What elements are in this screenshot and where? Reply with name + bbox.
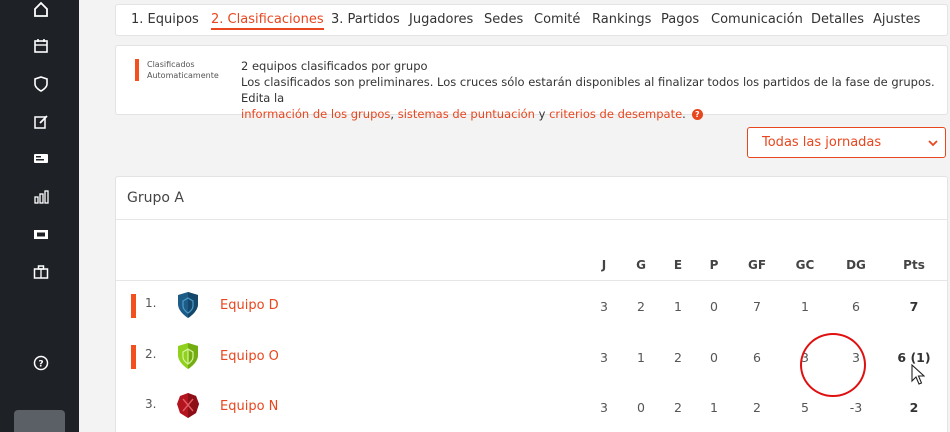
stat-j: 3	[600, 400, 608, 415]
info-line-2: Los clasificados son preliminares. Los c…	[241, 75, 935, 105]
tournament-tabs: 1. Equipos 2. Clasificaciones 3. Partido…	[115, 4, 948, 36]
stat-j: 3	[600, 350, 608, 365]
header-e: E	[673, 258, 683, 272]
team-shield-icon	[177, 393, 199, 418]
stat-pts: 6 (1)	[897, 350, 931, 365]
tab-pagos[interactable]: Pagos	[661, 12, 699, 27]
qualified-legend: Clasificados Automaticamente	[147, 59, 237, 81]
stat-p: 0	[710, 299, 718, 314]
stat-gc: 5	[801, 400, 809, 415]
scoring-systems-link[interactable]: sistemas de puntuación	[398, 107, 535, 121]
qualification-info-panel: Clasificados Automaticamente 2 equipos c…	[115, 45, 948, 121]
tab-sedes[interactable]: Sedes	[484, 12, 523, 27]
stat-g: 2	[637, 299, 645, 314]
info-line-3: información de los grupos, sistemas de p…	[241, 106, 941, 122]
tab-rankings[interactable]: Rankings	[592, 12, 651, 27]
user-menu-button[interactable]	[14, 410, 65, 432]
annotation-circle	[800, 333, 866, 397]
stat-gf: 6	[753, 350, 761, 365]
matchday-select-value: Todas las jornadas	[762, 135, 882, 150]
tab-jugadores[interactable]: Jugadores	[409, 12, 473, 27]
header-p: P	[709, 258, 719, 272]
briefcase-icon[interactable]	[32, 263, 50, 281]
stat-g: 0	[637, 400, 645, 415]
legend-line-1: Clasificados	[147, 60, 195, 69]
qualified-marker	[131, 294, 136, 318]
group-info-link[interactable]: información de los grupos	[241, 107, 390, 121]
stat-p: 1	[710, 400, 718, 415]
tab-equipos[interactable]: 1. Equipos	[131, 12, 199, 27]
row-position: 2.	[145, 347, 157, 361]
row-position: 3.	[145, 397, 157, 411]
divider	[116, 219, 947, 220]
legend-line-2: Automaticamente	[147, 71, 219, 80]
stat-gc: 1	[801, 299, 809, 314]
header-gf: GF	[747, 258, 767, 272]
help-icon[interactable]: ?	[691, 109, 703, 120]
calendar-icon[interactable]	[32, 37, 50, 55]
header-dg: DG	[846, 258, 866, 272]
stat-pts: 2	[909, 400, 919, 415]
svg-text:?: ?	[38, 360, 43, 370]
row-position: 1.	[145, 296, 157, 310]
table-row[interactable]: 1. Equipo D 3 2 1 0 7 1 6 7	[116, 281, 947, 331]
stat-dg: 6	[852, 299, 860, 314]
info-text: 2 equipos clasificados por grupo Los cla…	[241, 58, 941, 122]
stats-icon[interactable]	[32, 188, 50, 206]
stat-g: 1	[637, 350, 645, 365]
team-shield-icon	[178, 343, 198, 369]
team-name-link[interactable]: Equipo D	[220, 298, 279, 313]
header-gc: GC	[795, 258, 815, 272]
stat-e: 2	[674, 350, 682, 365]
home-icon[interactable]	[32, 0, 50, 18]
ticket-icon[interactable]	[32, 225, 50, 243]
header-g: G	[636, 258, 646, 272]
edit-icon[interactable]	[32, 113, 50, 131]
stat-e: 1	[674, 299, 682, 314]
team-shield-icon	[178, 292, 198, 318]
info-sep-1: ,	[390, 107, 398, 121]
tab-ajustes[interactable]: Ajustes	[873, 12, 920, 27]
tab-partidos[interactable]: 3. Partidos	[331, 12, 400, 27]
team-name-link[interactable]: Equipo N	[220, 399, 278, 414]
tiebreak-criteria-link[interactable]: criterios de desempate	[549, 107, 682, 121]
chevron-down-icon	[928, 140, 938, 147]
header-pts: Pts	[903, 258, 925, 272]
tab-detalles[interactable]: Detalles	[811, 12, 864, 27]
qualified-marker	[131, 345, 136, 369]
stat-dg: -3	[849, 400, 863, 415]
stat-gf: 2	[753, 400, 761, 415]
team-name-link[interactable]: Equipo O	[220, 349, 279, 364]
card-icon[interactable]	[32, 149, 50, 167]
mouse-cursor-icon	[911, 364, 925, 385]
shield-icon[interactable]	[32, 75, 50, 93]
qualified-legend-marker	[135, 59, 139, 81]
stat-pts: 7	[909, 299, 919, 314]
stat-j: 3	[600, 299, 608, 314]
stat-e: 2	[674, 400, 682, 415]
matchday-select[interactable]: Todas las jornadas	[747, 127, 946, 158]
stat-p: 0	[710, 350, 718, 365]
info-sep-2: y	[534, 107, 550, 121]
sidebar: ?	[0, 0, 79, 432]
help-circle-icon[interactable]: ?	[32, 354, 50, 372]
header-j: J	[601, 258, 607, 272]
group-title: Grupo A	[127, 190, 184, 206]
stat-gf: 7	[753, 299, 761, 314]
tab-comunicacion[interactable]: Comunicación	[711, 12, 803, 27]
tab-clasificaciones[interactable]: 2. Clasificaciones	[211, 12, 324, 30]
tab-comite[interactable]: Comité	[534, 12, 580, 27]
info-line-1: 2 equipos clasificados por grupo	[241, 59, 428, 73]
info-end: .	[682, 107, 686, 121]
